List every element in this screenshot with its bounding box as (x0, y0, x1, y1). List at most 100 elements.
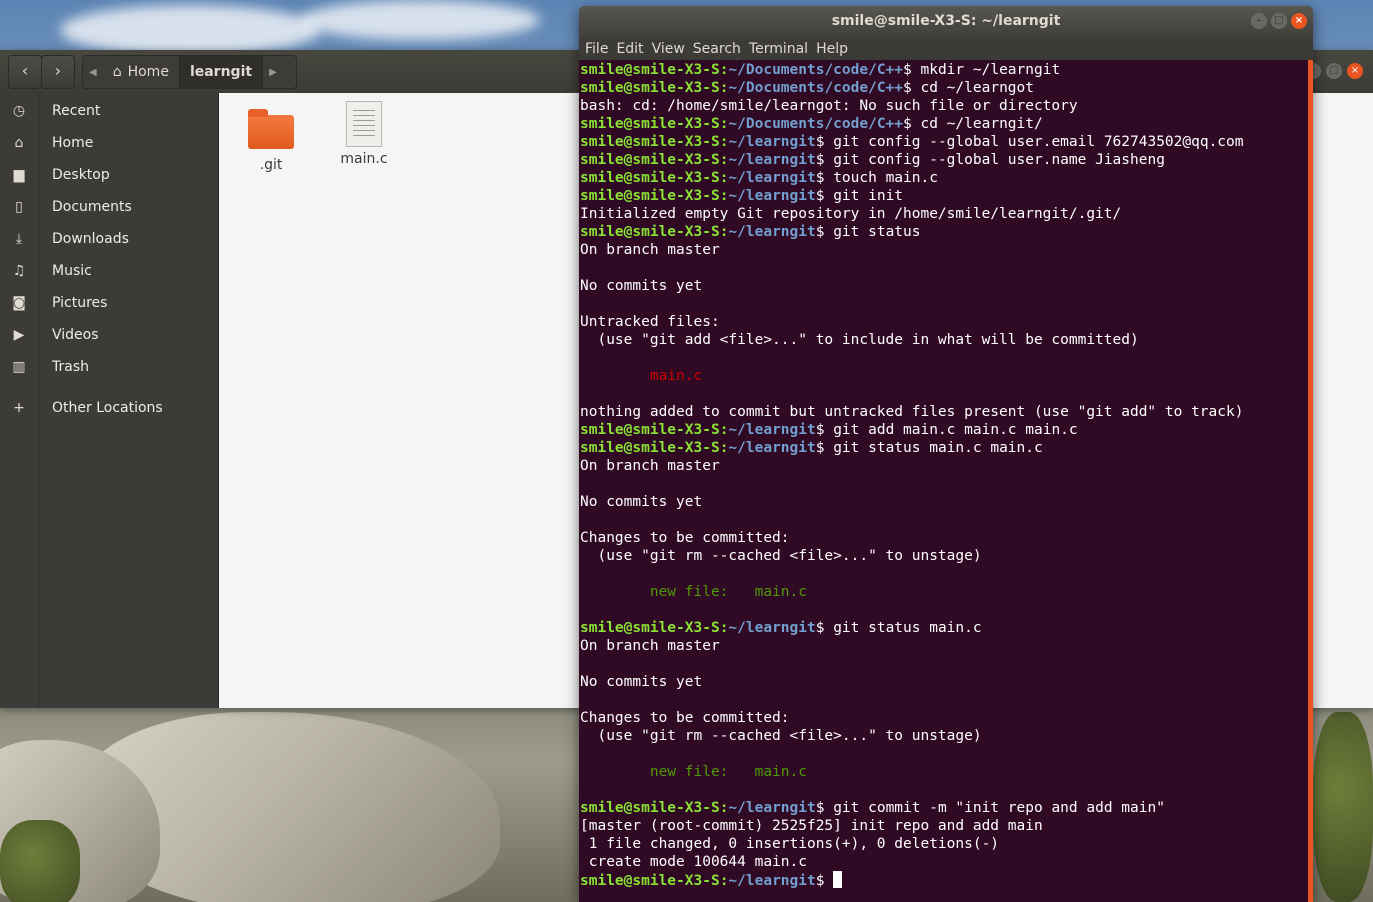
sidebar-item-videos[interactable]: ▶ Videos (0, 319, 218, 351)
terminal-output-line: Changes to be committed: (580, 529, 1309, 547)
path-scroll-left-icon[interactable]: ◀ (83, 56, 103, 88)
terminal-prompt-line: smile@smile-X3-S:~/learngit$ git status (580, 224, 921, 240)
output-text: Initialized empty Git repository in /hom… (580, 206, 1122, 222)
clock-icon: ◷ (12, 103, 26, 119)
terminal-prompt-line: smile@smile-X3-S:~/learngit$ touch main.… (580, 170, 938, 186)
wallpaper-trees (1313, 712, 1373, 902)
path-bar: ◀ ⌂ Home learngit ▶ (82, 55, 297, 89)
sidebar-item-home[interactable]: ⌂ Home (0, 127, 218, 159)
terminal-output-line: nothing added to commit but untracked fi… (580, 403, 1309, 421)
terminal-scrollbar[interactable] (1308, 60, 1313, 902)
sidebar-item-label: Downloads (52, 231, 129, 247)
maximize-button[interactable]: □ (1271, 13, 1287, 29)
prompt-path: ~/learngit (728, 873, 816, 889)
sidebar-item-label: Other Locations (52, 400, 163, 416)
menu-file[interactable]: File (579, 41, 608, 57)
close-button[interactable]: × (1291, 13, 1307, 29)
path-home-label: Home (127, 64, 169, 80)
terminal-output-line: Untracked files: (580, 313, 1309, 331)
terminal-output[interactable]: smile@smile-X3-S:~/Documents/code/C++$ m… (579, 60, 1309, 902)
sidebar-item-label: Home (52, 135, 94, 151)
sidebar-item-label: Pictures (52, 295, 108, 311)
folder-icon (248, 109, 294, 149)
output-text: Changes to be committed: (580, 530, 790, 546)
terminal-output-line: No commits yet (580, 673, 1309, 691)
terminal-prompt-line: smile@smile-X3-S:~/Documents/code/C++$ c… (580, 80, 1034, 96)
prompt-user: smile@smile-X3-S (580, 224, 720, 240)
prompt-path: ~/learngit (728, 152, 816, 168)
terminal-output-line: new file: main.c (580, 763, 1309, 781)
sidebar-item-downloads[interactable]: ⤓ Downloads (0, 223, 218, 255)
output-text: No commits yet (580, 278, 703, 294)
prompt-path: ~/Documents/code/C++ (728, 80, 904, 96)
untracked-file: main.c (649, 368, 703, 384)
plus-icon: + (13, 400, 25, 416)
wallpaper-cloud (300, 0, 540, 40)
prompt-command: git commit -m "init repo and add main" (824, 800, 1165, 816)
output-text: 1 file changed, 0 insertions(+), 0 delet… (580, 836, 1000, 852)
sidebar-item-music[interactable]: ♫ Music (0, 255, 218, 287)
prompt-user: smile@smile-X3-S (580, 62, 720, 78)
terminal-title: smile@smile-X3-S: ~/learngit (831, 13, 1061, 29)
prompt-user: smile@smile-X3-S (580, 80, 720, 96)
output-text: create mode 100644 main.c (580, 854, 807, 870)
terminal-output-line: Changes to be committed: (580, 709, 1309, 727)
forward-button[interactable]: › (41, 55, 75, 89)
path-home-button[interactable]: ⌂ Home (103, 56, 180, 88)
sidebar-item-label: Music (52, 263, 92, 279)
sidebar-item-trash[interactable]: ▥ Trash (0, 351, 218, 383)
menu-search[interactable]: Search (687, 41, 741, 57)
sidebar-item-recent[interactable]: ◷ Recent (0, 95, 218, 127)
file-item-git[interactable]: .git (231, 107, 311, 173)
text-file-icon (346, 101, 382, 147)
file-item-main-c[interactable]: main.c (324, 101, 404, 167)
prompt-user: smile@smile-X3-S (580, 188, 720, 204)
close-button[interactable]: × (1347, 63, 1363, 79)
terminal-prompt-line: smile@smile-X3-S:~/Documents/code/C++$ m… (580, 62, 1061, 78)
menu-help[interactable]: Help (810, 41, 848, 57)
folder-icon: ▆ (13, 167, 25, 183)
staged-file: new file: main.c (649, 584, 807, 600)
music-icon: ♫ (12, 263, 26, 279)
sidebar-item-label: Videos (52, 327, 99, 343)
prompt-path: ~/learngit (728, 800, 816, 816)
prompt-user: smile@smile-X3-S (580, 152, 720, 168)
terminal-output-line: (use "git rm --cached <file>..." to unst… (580, 547, 1309, 565)
terminal-output-line: bash: cd: /home/smile/learngot: No such … (580, 97, 1309, 115)
sidebar-item-other-locations[interactable]: + Other Locations (0, 392, 218, 424)
path-scroll-right-icon[interactable]: ▶ (263, 56, 283, 88)
minimize-button[interactable]: – (1251, 13, 1267, 29)
sidebar-item-desktop[interactable]: ▆ Desktop (0, 159, 218, 191)
terminal-window-controls: – □ × (1251, 13, 1307, 29)
terminal-output-line: No commits yet (580, 277, 1309, 295)
menu-edit[interactable]: Edit (610, 41, 643, 57)
terminal-output-line: 1 file changed, 0 insertions(+), 0 delet… (580, 835, 1309, 853)
prompt-command: git status main.c main.c (824, 440, 1043, 456)
terminal-titlebar[interactable]: smile@smile-X3-S: ~/learngit – □ × (579, 6, 1313, 38)
menu-view[interactable]: View (646, 41, 685, 57)
terminal-cursor (833, 871, 843, 888)
chevron-left-icon: ‹ (21, 61, 29, 80)
maximize-button[interactable]: □ (1326, 63, 1342, 79)
prompt-path: ~/Documents/code/C++ (728, 62, 904, 78)
file-item-label: .git (259, 157, 283, 173)
sidebar-item-documents[interactable]: ▯ Documents (0, 191, 218, 223)
path-current-label: learngit (189, 64, 253, 80)
terminal-output-line: No commits yet (580, 493, 1309, 511)
menu-terminal[interactable]: Terminal (743, 41, 808, 57)
prompt-command: cd ~/learngit/ (911, 116, 1043, 132)
prompt-user: smile@smile-X3-S (580, 170, 720, 186)
prompt-command (824, 873, 833, 889)
back-button[interactable]: ‹ (8, 55, 42, 89)
path-current-button[interactable]: learngit (179, 56, 264, 88)
sidebar-item-pictures[interactable]: ◙ Pictures (0, 287, 218, 319)
terminal-window: smile@smile-X3-S: ~/learngit – □ × File E… (579, 6, 1313, 902)
prompt-command: touch main.c (824, 170, 938, 186)
prompt-path: ~/Documents/code/C++ (728, 116, 904, 132)
